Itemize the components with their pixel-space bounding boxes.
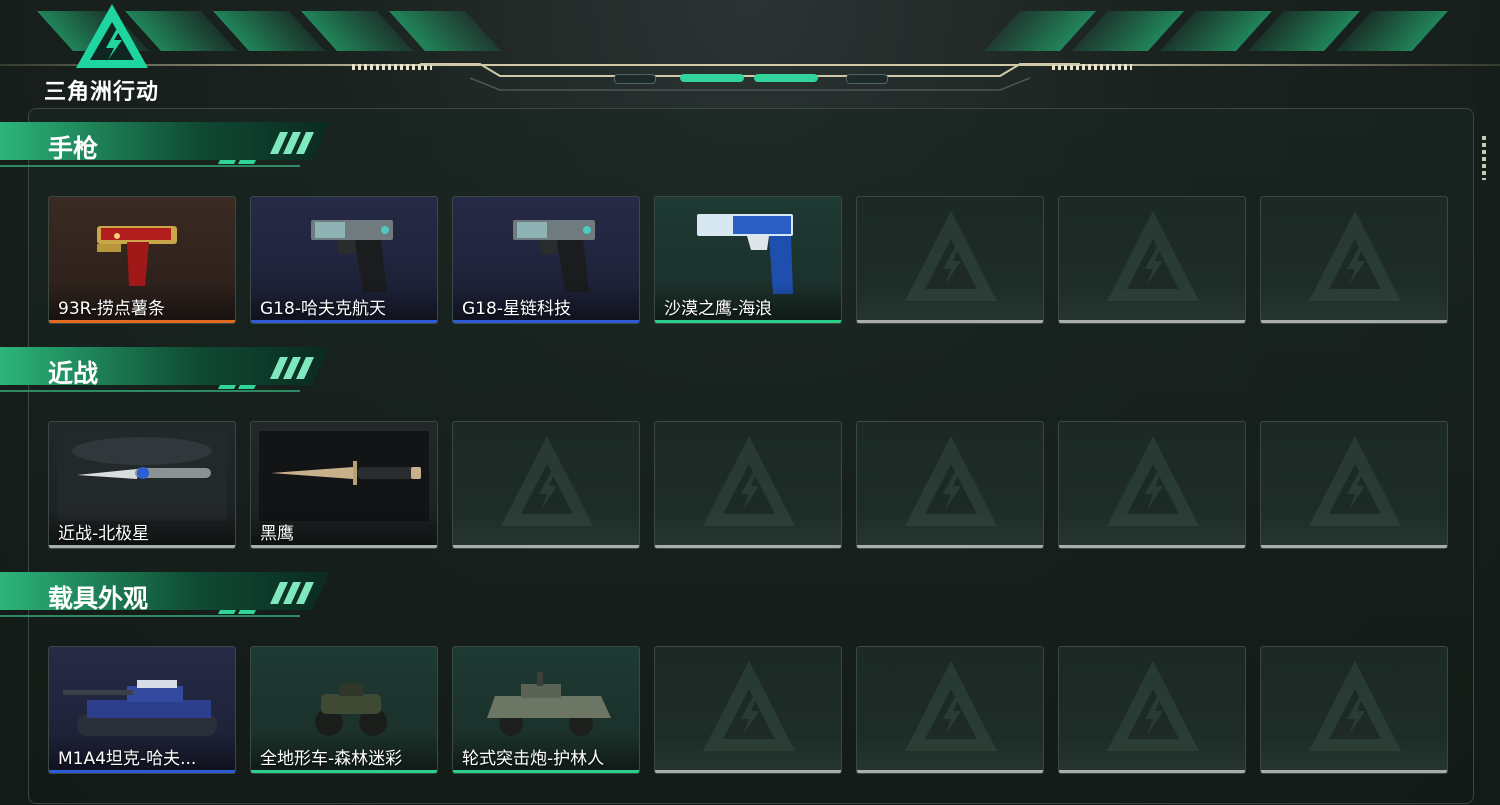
placeholder-logo-icon [905, 661, 997, 751]
rarity-bar [1059, 320, 1245, 323]
placeholder-logo-icon [703, 436, 795, 526]
rarity-bar [49, 770, 235, 773]
skin-card[interactable]: G18-星链科技 [452, 196, 640, 324]
placeholder-logo-icon [1309, 436, 1401, 526]
skin-card[interactable]: 全地形车-森林迷彩 [250, 646, 438, 774]
empty-slot[interactable] [1058, 196, 1246, 324]
rarity-bar [453, 320, 639, 323]
skin-card[interactable]: M1A4坦克-哈夫... [48, 646, 236, 774]
section-title: 手枪 [48, 134, 99, 163]
delta-logo-icon [76, 4, 148, 68]
empty-slot[interactable] [1058, 646, 1246, 774]
empty-slot[interactable] [1260, 646, 1448, 774]
section-header-melee: 近战 [0, 345, 330, 399]
skin-name: 全地形车-森林迷彩 [260, 749, 403, 769]
logo-title: 三角洲行动 [44, 80, 160, 105]
empty-slot[interactable] [654, 421, 842, 549]
skin-card[interactable]: G18-哈夫克航天 [250, 196, 438, 324]
skin-card[interactable]: 近战-北极星 [48, 421, 236, 549]
item-row-pistol: 93R-捞点薯条 G18-哈夫克航天 G18-星链科技 沙漠之鹰-海浪 [48, 196, 1448, 324]
empty-slot[interactable] [654, 646, 842, 774]
empty-slot[interactable] [1260, 421, 1448, 549]
placeholder-logo-icon [905, 436, 997, 526]
section-header-pistol: 手枪 [0, 120, 330, 174]
placeholder-logo-icon [1107, 211, 1199, 301]
rarity-bar [49, 545, 235, 548]
empty-slot[interactable] [1058, 421, 1246, 549]
empty-slot[interactable] [452, 421, 640, 549]
empty-slot[interactable] [856, 196, 1044, 324]
skin-card[interactable]: 黑鹰 [250, 421, 438, 549]
skin-name: G18-星链科技 [462, 299, 571, 319]
skin-card[interactable]: 轮式突击炮-护林人 [452, 646, 640, 774]
rarity-bar [655, 545, 841, 548]
rarity-bar [857, 770, 1043, 773]
top-bar: 三角洲行动 [0, 0, 1500, 105]
item-row-melee: 近战-北极星 黑鹰 [48, 421, 1448, 549]
decorative-stripes-right [983, 11, 1449, 51]
rarity-bar [1261, 320, 1447, 323]
rarity-bar [1261, 770, 1447, 773]
placeholder-logo-icon [905, 211, 997, 301]
rarity-bar [1059, 545, 1245, 548]
rarity-bar [1059, 770, 1245, 773]
skin-name: 轮式突击炮-护林人 [462, 749, 605, 769]
empty-slot[interactable] [856, 421, 1044, 549]
rarity-bar [251, 770, 437, 773]
placeholder-logo-icon [1107, 436, 1199, 526]
placeholder-logo-icon [1309, 211, 1401, 301]
rarity-bar [453, 770, 639, 773]
placeholder-logo-icon [703, 661, 795, 751]
empty-slot[interactable] [1260, 196, 1448, 324]
item-row-vehicle: M1A4坦克-哈夫... 全地形车-森林迷彩 轮式突击炮-护林人 [48, 646, 1448, 774]
rarity-bar [453, 545, 639, 548]
rarity-bar [655, 320, 841, 323]
skin-name: M1A4坦克-哈夫... [58, 749, 197, 769]
placeholder-logo-icon [1107, 661, 1199, 751]
game-logo: 三角洲行动 [44, 2, 184, 105]
skin-name: 黑鹰 [260, 524, 294, 544]
skin-name: 近战-北极星 [58, 524, 150, 544]
rarity-bar [49, 320, 235, 323]
placeholder-logo-icon [1309, 661, 1401, 751]
empty-slot[interactable] [856, 646, 1044, 774]
rarity-bar [857, 320, 1043, 323]
rarity-bar [251, 320, 437, 323]
section-header-vehicle: 载具外观 [0, 570, 330, 624]
skin-card[interactable]: 93R-捞点薯条 [48, 196, 236, 324]
rarity-bar [655, 770, 841, 773]
scrollbar[interactable] [1482, 136, 1486, 180]
page-indicator [614, 72, 888, 84]
rarity-bar [857, 545, 1043, 548]
skin-card[interactable]: 沙漠之鹰-海浪 [654, 196, 842, 324]
rarity-bar [251, 545, 437, 548]
skin-name: 93R-捞点薯条 [58, 299, 165, 319]
skin-name: 沙漠之鹰-海浪 [664, 299, 773, 319]
skin-name: G18-哈夫克航天 [260, 299, 386, 319]
section-title: 载具外观 [48, 584, 149, 613]
rarity-bar [1261, 545, 1447, 548]
placeholder-logo-icon [501, 436, 593, 526]
section-title: 近战 [48, 359, 99, 388]
